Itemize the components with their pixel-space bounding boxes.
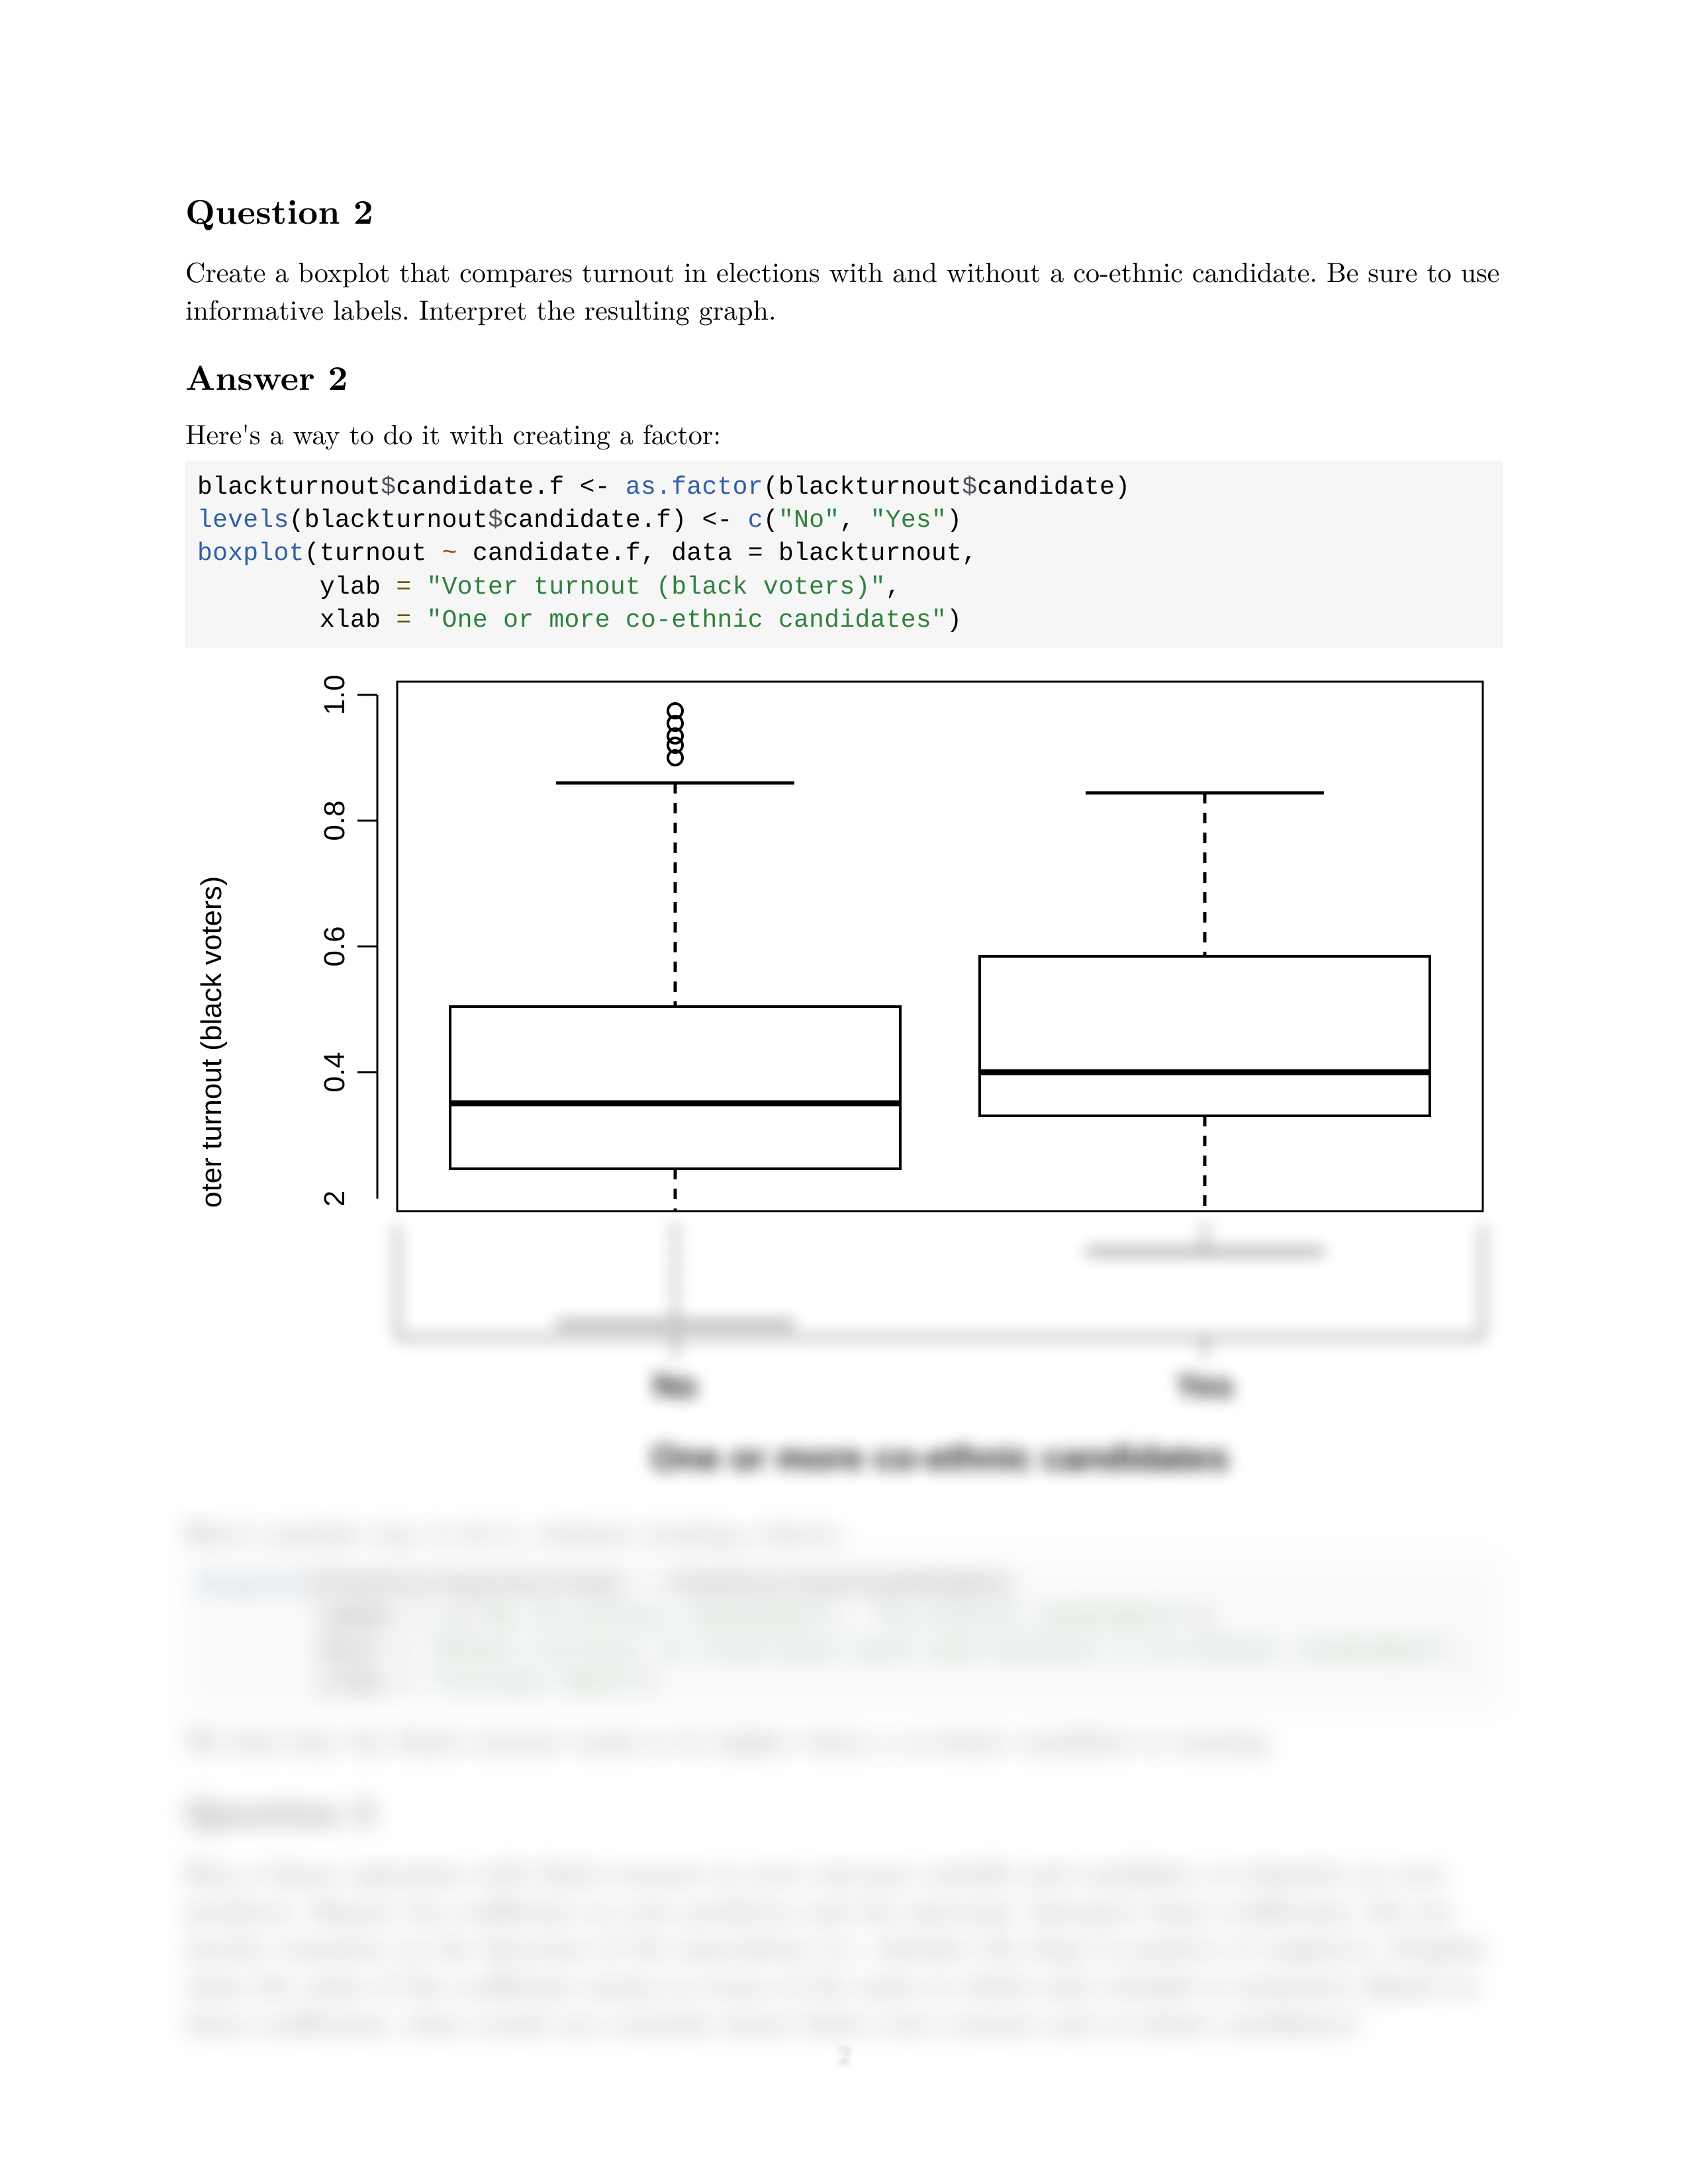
svg-text:0.6: 0.6 (318, 926, 351, 966)
svg-text:One or more co-ethnic candidat: One or more co-ethnic candidates (651, 1438, 1229, 1478)
answer-intro: Here's a way to do it with creating a fa… (185, 415, 1503, 453)
answer-heading: Answer 2 (185, 351, 1503, 400)
svg-text:0.8: 0.8 (318, 800, 351, 841)
question-text: Create a boxplot that compares turnout i… (185, 253, 1503, 328)
question-heading: Question 2 (185, 185, 1503, 234)
svg-text:0.4: 0.4 (318, 1052, 351, 1092)
blurred-intro2: Here's another way to do it, without cre… (185, 1513, 1503, 1551)
code-block-1: blackturnout$candidate.f <- as.factor(bl… (185, 461, 1503, 648)
svg-text:2: 2 (318, 1191, 351, 1206)
boxplot-chart: oter turnout (black voters) 1.0 0.8 0.6 … (185, 659, 1503, 1228)
svg-text:1.0: 1.0 (318, 674, 351, 715)
page-number: 2 (0, 2036, 1688, 2071)
blurred-interpret: We find that the black turnout tends to … (185, 1721, 1503, 1759)
code-block-2-blurred: boxplot(blackturnout$turnout ~ blackturn… (185, 1557, 1503, 1711)
question3-heading-blurred: Question 3 (185, 1786, 1503, 1835)
question3-text-blurred: Run a linear regression with black turno… (185, 1853, 1503, 2040)
svg-text:No: No (653, 1367, 698, 1404)
svg-text:Yes: Yes (1176, 1367, 1233, 1404)
svg-text:oter turnout (black voters): oter turnout (black voters) (195, 876, 228, 1208)
